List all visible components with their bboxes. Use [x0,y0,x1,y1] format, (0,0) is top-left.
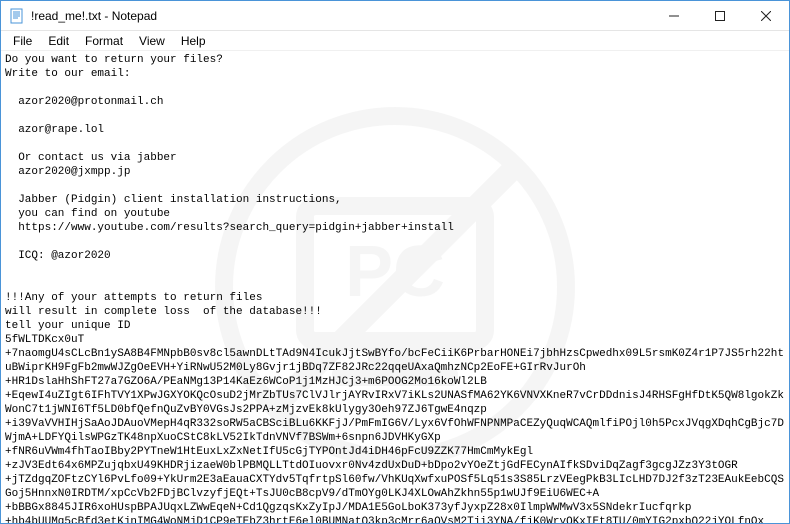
minimize-button[interactable] [651,1,697,31]
menu-format[interactable]: Format [77,32,131,50]
menu-file[interactable]: File [5,32,40,50]
editor-wrap [1,51,789,523]
close-button[interactable] [743,1,789,31]
maximize-icon [715,11,725,21]
minimize-icon [669,11,679,21]
titlebar: !read_me!.txt - Notepad [1,1,789,31]
menu-view[interactable]: View [131,32,173,50]
editor-textarea[interactable] [1,51,789,523]
menubar: File Edit Format View Help [1,31,789,51]
menu-edit[interactable]: Edit [40,32,77,50]
menu-help[interactable]: Help [173,32,214,50]
notepad-icon [9,8,25,24]
close-icon [761,11,771,21]
notepad-window: !read_me!.txt - Notepad File Edit Format… [0,0,790,524]
window-title: !read_me!.txt - Notepad [31,9,157,23]
content-area: PC [1,51,789,523]
maximize-button[interactable] [697,1,743,31]
